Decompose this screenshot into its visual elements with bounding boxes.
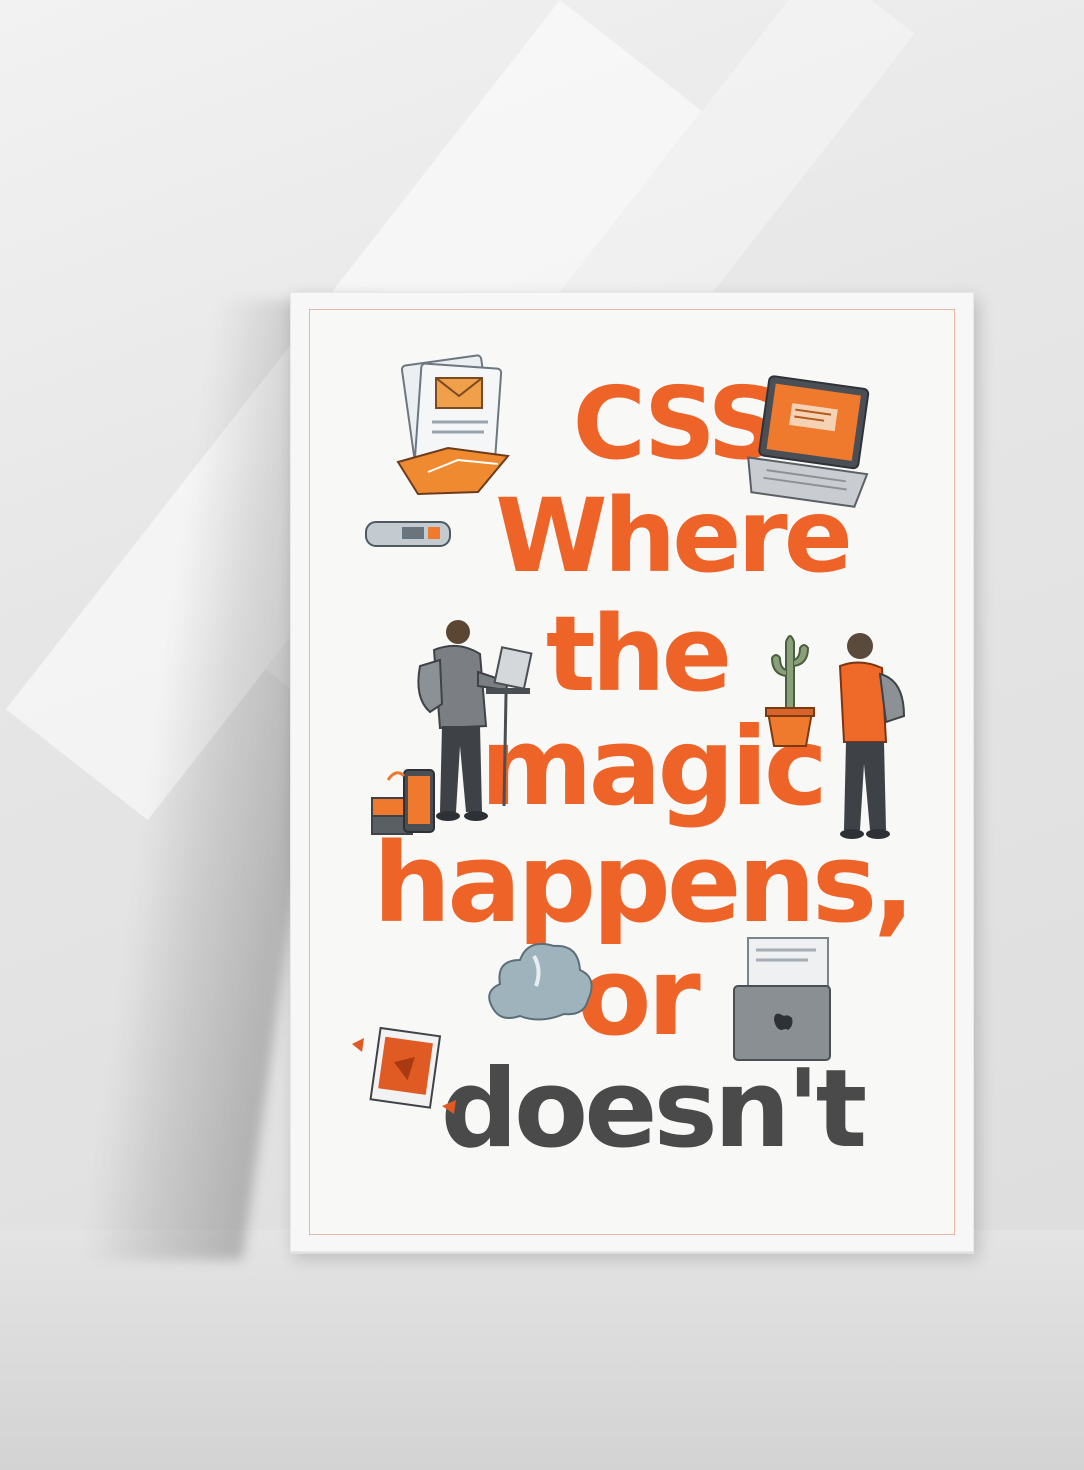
envelope-icon: [388, 352, 520, 502]
person-with-backpack-icon: [824, 630, 914, 850]
phone-stack-icon: [368, 760, 448, 840]
photo-card-icon: [346, 1022, 466, 1132]
usb-drive-icon: [362, 514, 454, 556]
computer-monitor-icon: [730, 934, 840, 1070]
poster-frame: CSS: Where the magic happens, or doesn't: [290, 292, 974, 1252]
cloud-icon: [480, 930, 600, 1030]
cactus-plant-icon: [758, 622, 822, 750]
poster-paper: CSS: Where the magic happens, or doesn't: [309, 309, 955, 1235]
laptop-icon: [740, 374, 880, 524]
floor: [0, 1230, 1084, 1470]
